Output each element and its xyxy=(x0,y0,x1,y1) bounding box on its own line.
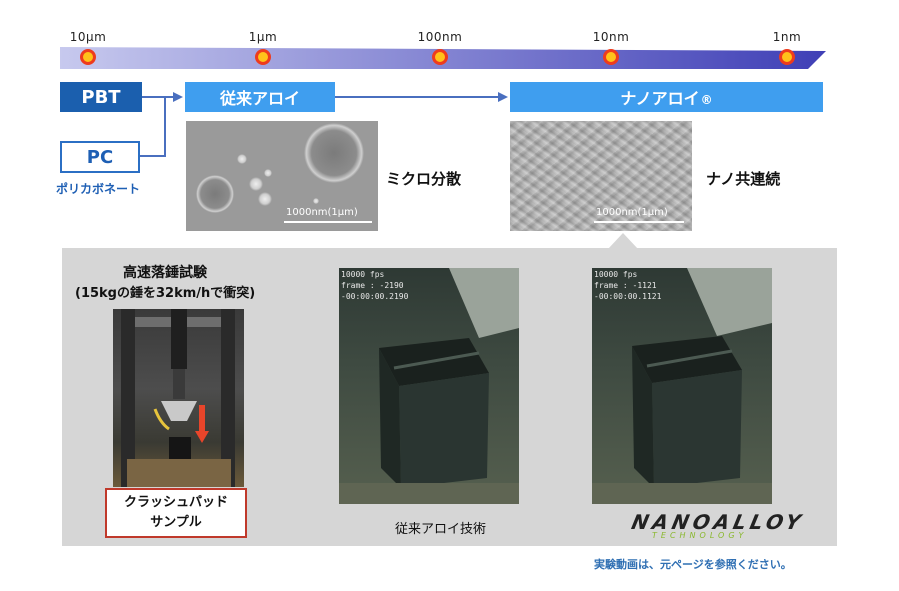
conventional-scale-caption: 1000nm(1μm) xyxy=(286,207,358,218)
conventional-alloy-box: 従来アロイ xyxy=(185,82,335,112)
footer-note: 実験動画は、元ページを参照ください。 xyxy=(594,558,792,571)
nanoalloy-micrograph: 1000nm(1μm) xyxy=(510,121,692,231)
pc-box: PC xyxy=(60,141,140,173)
pc-subtitle: ポリカボネート xyxy=(56,182,141,196)
video2-frame xyxy=(592,268,772,504)
nano-scale-caption: 1000nm(1μm) xyxy=(596,207,668,218)
video2-overlay: 10000 fps frame : -1121 -00:00:00.1121 xyxy=(594,270,662,301)
nanoalloy-logo: NANOALLOY TECHNOLOGY xyxy=(629,510,806,544)
pbt-box: PBT xyxy=(60,82,142,112)
conventional-alloy-label: 従来アロイ xyxy=(219,89,300,108)
pbt-label: PBT xyxy=(81,86,121,108)
registered-mark: ® xyxy=(700,93,713,107)
callout-pointer xyxy=(608,233,638,249)
logo-subtext: TECHNOLOGY xyxy=(652,531,748,540)
crash-pad-label-line2: サンプル xyxy=(150,515,202,530)
conventional-video-caption: 従来アロイ技術 xyxy=(395,522,487,537)
nanoalloy-box: ナノアロイ ® xyxy=(510,82,823,112)
crash-pad-label-line1: クラッシュパッド xyxy=(123,495,228,510)
crash-pad-sample-label: クラッシュパッド サンプル xyxy=(105,488,247,538)
drop-test-title: 高速落錘試験 xyxy=(123,265,207,281)
pc-label: PC xyxy=(86,146,114,168)
drop-test-rig-photo xyxy=(113,309,244,487)
rig-illustration xyxy=(121,309,235,487)
conventional-alloy-video[interactable]: 10000 fps frame : -2190 -00:00:00.2190 xyxy=(339,268,519,504)
micro-dispersion-label: ミクロ分散 xyxy=(386,170,462,188)
video1-frame xyxy=(339,268,519,504)
nano-cocontinuous-label: ナノ共連続 xyxy=(706,170,781,188)
nanoalloy-video[interactable]: 10000 fps frame : -1121 -00:00:00.1121 xyxy=(592,268,772,504)
drop-test-subtitle: (15kgの錘を32km/hで衝突) xyxy=(75,286,256,301)
conventional-micrograph: 1000nm(1μm) xyxy=(186,121,378,231)
nano-scale-bar xyxy=(594,221,684,223)
nanoalloy-label: ナノアロイ xyxy=(620,89,700,108)
video1-overlay: 10000 fps frame : -2190 -00:00:00.2190 xyxy=(341,270,409,301)
conventional-scale-bar xyxy=(284,221,372,223)
